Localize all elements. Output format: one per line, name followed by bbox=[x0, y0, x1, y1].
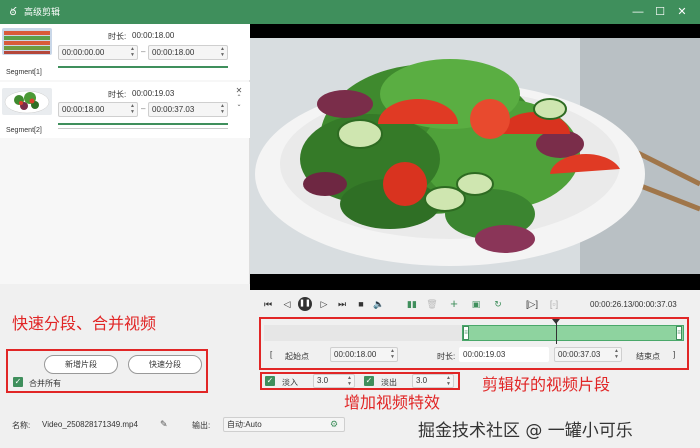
edit-icon[interactable]: ✎ bbox=[160, 419, 168, 430]
minimize-icon[interactable]: — bbox=[630, 4, 646, 20]
step-back-icon[interactable]: ◁ bbox=[281, 298, 293, 310]
divider bbox=[58, 128, 228, 129]
set-end-button[interactable]: 结束点 bbox=[636, 351, 660, 362]
output-label: 输出: bbox=[192, 421, 211, 430]
undo-icon[interactable]: ↻ bbox=[492, 298, 504, 310]
segment-start-field[interactable]: 00:00:18.00 ▲ ▼ bbox=[58, 102, 138, 117]
skip-to-end-icon[interactable]: ⏭ bbox=[336, 298, 348, 310]
segment-end-field[interactable]: 00:00:37.03 ▲ ▼ bbox=[148, 102, 228, 117]
title-bar: ఠ 高级剪辑 — ☐ ✕ bbox=[0, 0, 700, 24]
delete-icon[interactable]: 🗑 bbox=[426, 298, 438, 310]
duration-value: 00:00:19.03 bbox=[132, 89, 175, 98]
duration-label: 时长: bbox=[108, 32, 127, 41]
playhead[interactable] bbox=[556, 320, 557, 344]
segment-progress bbox=[58, 66, 228, 68]
name-label: 名称: bbox=[12, 421, 31, 430]
segment-thumbnail bbox=[2, 28, 52, 55]
duration-label: 时长: bbox=[108, 90, 127, 99]
maximize-icon[interactable]: ☐ bbox=[652, 4, 668, 20]
move-up-icon[interactable]: ⌃ bbox=[235, 94, 243, 101]
range-separator: – bbox=[141, 104, 146, 113]
copy-icon[interactable]: ▣ bbox=[470, 298, 482, 310]
duration-value: 00:00:18.00 bbox=[132, 31, 175, 40]
segment-thumbnail bbox=[2, 88, 52, 115]
output-select[interactable]: 自动:Auto bbox=[223, 417, 345, 432]
volume-icon[interactable]: 🔈 bbox=[373, 298, 385, 310]
merge-all-label: 合并所有 bbox=[29, 379, 61, 388]
end-bracket-icon: ] bbox=[673, 350, 676, 359]
segment-end-field[interactable]: 00:00:18.00 ▲ ▼ bbox=[148, 45, 228, 60]
segment-item[interactable]: Segment[2] 时长: 00:00:19.03 00:00:18.00 ▲… bbox=[0, 82, 250, 138]
skip-to-start-icon[interactable]: ⏮ bbox=[262, 298, 274, 310]
fade-out-checkbox[interactable]: ✓ bbox=[364, 376, 374, 386]
spin-arrows-icon[interactable]: ▲ ▼ bbox=[390, 348, 395, 360]
fade-in-field[interactable]: 3.0 ▲ ▼ bbox=[313, 374, 355, 388]
set-start-button[interactable]: 起始点 bbox=[285, 351, 309, 362]
segment-label: Segment[1] bbox=[6, 69, 42, 76]
fade-out-label: 淡出 bbox=[381, 378, 397, 387]
output-filename[interactable]: Video_250828171349.mp4 bbox=[42, 420, 138, 429]
segment-label: Segment[2] bbox=[6, 127, 42, 134]
app-logo-icon: ఠ bbox=[9, 6, 17, 18]
loop-region-icon[interactable]: [▫] bbox=[548, 298, 560, 310]
stop-icon[interactable]: ■ bbox=[355, 298, 367, 310]
quick-split-button[interactable]: 快速分段 bbox=[128, 355, 202, 374]
range-start-field[interactable]: 00:00:18.00 ▲ ▼ bbox=[330, 347, 398, 362]
mark-in-out-icon[interactable]: [▷] bbox=[526, 298, 538, 310]
spin-arrows-icon[interactable]: ▲ ▼ bbox=[220, 103, 225, 115]
range-end-field[interactable]: 00:00:37.03 ▲ ▼ bbox=[554, 347, 622, 362]
segment-progress bbox=[58, 123, 228, 125]
fade-in-checkbox[interactable]: ✓ bbox=[265, 376, 275, 386]
fade-in-label: 淡入 bbox=[282, 378, 298, 387]
annotation-add-effects: 增加视频特效 bbox=[344, 393, 441, 412]
segment-start-field[interactable]: 00:00:00.00 ▲ ▼ bbox=[58, 45, 138, 60]
spin-arrows-icon[interactable]: ▲ ▼ bbox=[130, 46, 135, 58]
range-separator: – bbox=[141, 47, 146, 56]
video-preview[interactable] bbox=[250, 24, 700, 290]
range-end-handle[interactable]: ≡ bbox=[676, 326, 682, 340]
step-forward-icon[interactable]: ▷ bbox=[318, 298, 330, 310]
pause-icon[interactable]: ❚❚ bbox=[298, 297, 312, 311]
watermark: 掘金技术社区 @ 一罐小可乐 bbox=[418, 421, 633, 441]
range-start-handle[interactable]: ≡ bbox=[463, 326, 469, 340]
move-down-icon[interactable]: ⌄ bbox=[235, 101, 243, 108]
annotation-clipped-segment: 剪辑好的视频片段 bbox=[482, 375, 611, 394]
start-bracket-icon: [ bbox=[270, 350, 273, 359]
merge-all-checkbox[interactable]: ✓ bbox=[13, 377, 23, 387]
playback-timecode: 00:00:26.13/00:00:37.03 bbox=[590, 300, 677, 309]
split-icon[interactable]: ▮▮ bbox=[406, 298, 418, 310]
spin-arrows-icon[interactable]: ▲ ▼ bbox=[130, 103, 135, 115]
fade-out-field[interactable]: 3.0 ▲ ▼ bbox=[412, 374, 454, 388]
range-duration-field: 00:00:19.03 bbox=[459, 347, 549, 362]
spin-arrows-icon[interactable]: ▲ ▼ bbox=[614, 348, 619, 360]
spin-arrows-icon[interactable]: ▲ ▼ bbox=[347, 375, 352, 387]
spin-arrows-icon[interactable]: ▲ ▼ bbox=[220, 46, 225, 58]
window-title: 高级剪辑 bbox=[24, 7, 61, 17]
selected-range[interactable] bbox=[462, 325, 684, 341]
spin-arrows-icon[interactable]: ▲ ▼ bbox=[446, 375, 451, 387]
segment-item[interactable]: Segment[1] 时长: 00:00:18.00 00:00:00.00 ▲… bbox=[0, 24, 250, 80]
annotation-quick-split: 快速分段、合并视频 bbox=[12, 314, 157, 333]
add-segment-button[interactable]: 新增片段 bbox=[44, 355, 118, 374]
range-duration-label: 时长: bbox=[437, 352, 456, 361]
add-icon[interactable]: + bbox=[448, 297, 460, 310]
settings-gear-icon[interactable]: ⚙ bbox=[330, 419, 338, 430]
close-icon[interactable]: ✕ bbox=[674, 4, 690, 20]
